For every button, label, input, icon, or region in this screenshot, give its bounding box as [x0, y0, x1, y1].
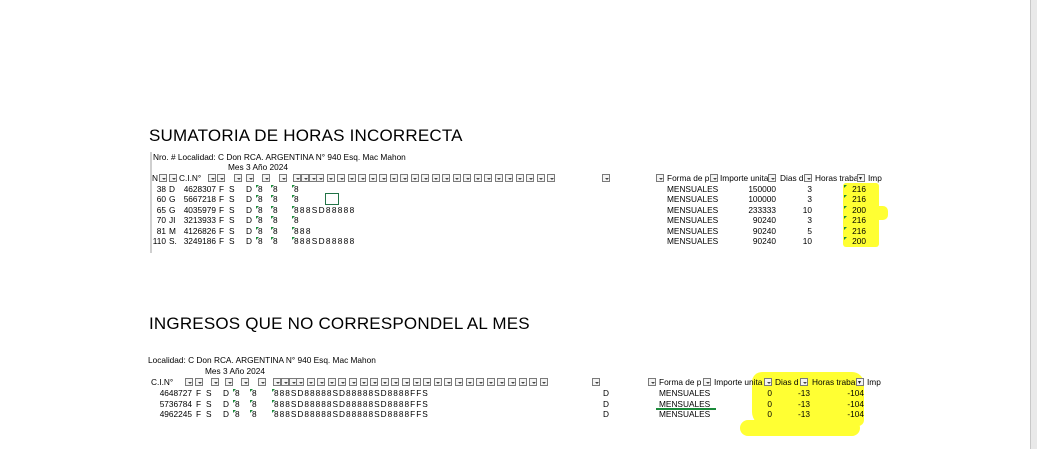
cell-error-marker [233, 389, 236, 392]
filter-dropdown-day[interactable] [508, 378, 516, 386]
filter-dropdown-day[interactable] [306, 378, 315, 386]
filter-dropdown-day[interactable] [327, 378, 336, 386]
filter-dropdown-c-2[interactable] [225, 378, 233, 386]
filter-dropdown-day[interactable] [370, 378, 379, 386]
cell-type-a: F [196, 398, 202, 409]
cell-dias: -13 [798, 409, 810, 420]
filter-active-horas-2[interactable] [856, 378, 864, 386]
header-horas-2: Horas traba [812, 377, 856, 387]
cell-end: D [603, 388, 609, 398]
filter-dropdown-day[interactable] [391, 378, 400, 386]
filter-dropdown-day[interactable] [444, 378, 453, 386]
cell-type-c: D [223, 388, 229, 398]
filter-dropdown-day[interactable] [349, 378, 357, 386]
mes-line-2: Mes 3 Año 2024 [205, 366, 265, 376]
filter-dropdown-d-2[interactable] [241, 378, 249, 386]
cell-error-marker [233, 399, 236, 403]
cell-ci: 4648727 [159, 388, 192, 398]
filter-dropdown-dias-2[interactable] [764, 378, 772, 386]
cell-ci: 5736784 [159, 398, 192, 409]
filter-dropdown-importe-2[interactable] [703, 378, 711, 386]
cell-days: 8 8 8 S D 8 8 8 8 8 S D 8 8 8 8 8 S D 8 … [274, 388, 428, 398]
filter-dropdown-day[interactable] [423, 378, 432, 386]
filter-dropdown-day[interactable] [455, 378, 463, 386]
cell-ci: 4962245 [159, 409, 192, 420]
underline-mensuales [656, 408, 716, 410]
filter-dropdown-day[interactable] [273, 378, 281, 386]
filter-dropdown-day[interactable] [338, 378, 347, 386]
filter-dropdown-day[interactable] [412, 378, 421, 386]
filter-dropdown-day[interactable] [281, 378, 289, 386]
filter-dropdown-day[interactable] [476, 378, 485, 386]
cell-type-c: D [223, 398, 229, 409]
header-dias-2: Dias d [775, 377, 799, 387]
filter-dropdown-day[interactable] [359, 378, 368, 386]
filter-dropdown-horas-2[interactable] [800, 378, 808, 386]
filter-dropdown-day[interactable] [486, 378, 495, 386]
cell-type-b: S [206, 398, 212, 409]
cell-dias: -13 [798, 398, 810, 409]
cell-error-marker [272, 399, 275, 403]
filter-dropdown-forma-2[interactable] [648, 378, 656, 386]
cell-horas: -104 [847, 388, 864, 398]
header-importe-2: Importe unita [714, 377, 763, 387]
filter-dropdown-day[interactable] [380, 378, 389, 386]
header-imp-2: Imp [867, 377, 881, 387]
cell-horas: -104 [847, 398, 864, 409]
filter-dropdown-day[interactable] [497, 378, 506, 386]
cell-importe: 0 [767, 388, 772, 398]
filter-dropdown-day[interactable] [402, 378, 410, 386]
filter-dropdown-day[interactable] [433, 378, 442, 386]
info-line-2: Localidad: C Don RCA. ARGENTINA N° 940 E… [148, 355, 376, 365]
header-ci-2: C.I.N° [151, 377, 174, 387]
cell-error-marker [250, 389, 253, 392]
filter-dropdown-a-2[interactable] [195, 378, 203, 386]
filter-dropdown-day[interactable] [539, 378, 548, 386]
cell-days: 8 8 8 S D 8 8 8 8 8 S D 8 8 8 8 8 S D 8 … [274, 398, 428, 409]
cell-end: D [603, 398, 609, 409]
cell-type-a: F [196, 409, 202, 420]
filter-dropdown-ci-2[interactable] [185, 378, 193, 386]
filter-dropdown-extra-2[interactable] [592, 378, 600, 386]
cell-type-b: S [206, 388, 212, 398]
cell-dias: -13 [798, 388, 810, 398]
filter-dropdown-day[interactable] [529, 378, 538, 386]
cell-importe: 0 [767, 409, 772, 420]
cell-horas: -104 [847, 409, 864, 420]
cell-error-marker [250, 399, 253, 403]
cell-days: 8 8 8 S D 8 8 8 8 8 S D 8 8 8 8 8 S D 8 … [274, 409, 428, 420]
filter-dropdown-day[interactable] [465, 378, 474, 386]
cell-error-marker [233, 410, 236, 414]
cell-forma: MENSUALES [659, 409, 711, 420]
cell-forma: MENSUALES [659, 388, 711, 398]
cell-error-marker [272, 389, 275, 392]
cell-type-b: S [206, 409, 212, 420]
filter-dropdown-day[interactable] [317, 378, 326, 386]
cell-error-marker [250, 410, 253, 414]
filter-dropdown-b-2[interactable] [211, 378, 219, 386]
filter-dropdown-e-2[interactable] [258, 378, 266, 386]
document-page: SUMATORIA DE HORAS INCORRECTA Nro. # Loc… [0, 0, 1031, 449]
spreadsheet-2: Localidad: C Don RCA. ARGENTINA N° 940 E… [0, 0, 1030, 449]
cell-type-c: D [223, 409, 229, 420]
filter-dropdown-day[interactable] [518, 378, 527, 386]
filter-dropdown-day[interactable] [296, 378, 304, 386]
cell-end: D [603, 409, 609, 420]
cell-importe: 0 [767, 398, 772, 409]
highlight-negative-values-lower [740, 420, 860, 436]
cell-error-marker [272, 410, 275, 414]
cell-type-a: F [196, 388, 202, 398]
header-forma-2: Forma de p [659, 377, 702, 387]
